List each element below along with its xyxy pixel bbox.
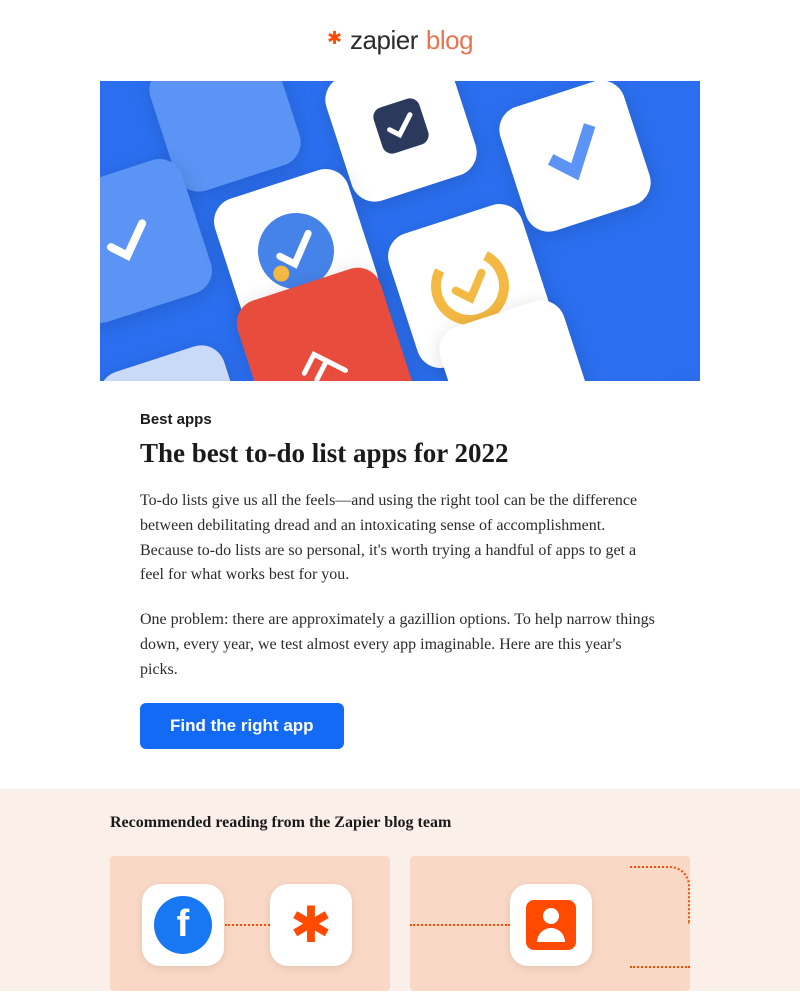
connector-line-icon — [410, 924, 510, 926]
recommended-card[interactable] — [410, 856, 690, 991]
logo-text-blog: blog — [426, 25, 473, 56]
article-paragraph: One problem: there are approximately a g… — [140, 608, 660, 682]
article-title: The best to-do list apps for 2022 — [140, 438, 660, 469]
hero-tile-icon — [100, 339, 257, 381]
recommended-heading: Recommended reading from the Zapier blog… — [110, 814, 690, 832]
zapier-icon: ✱ — [270, 884, 352, 966]
find-app-button[interactable]: Find the right app — [140, 703, 344, 749]
header: ✱ zapier blog — [0, 0, 800, 81]
article-paragraph: To-do lists give us all the feels—and us… — [140, 489, 660, 588]
recommended-cards: f ✱ — [110, 856, 690, 991]
article-content: Best apps The best to-do list apps for 2… — [140, 411, 660, 789]
logo[interactable]: ✱ zapier blog — [327, 25, 473, 56]
hero-tile-icon — [603, 372, 700, 381]
facebook-icon: f — [142, 884, 224, 966]
recommended-card[interactable]: f ✱ — [110, 856, 390, 991]
connector-line-icon — [630, 866, 690, 924]
connector-line-icon — [630, 966, 690, 968]
hero-image — [100, 81, 700, 381]
logo-asterisk-icon: ✱ — [327, 28, 342, 49]
article-category: Best apps — [140, 411, 660, 428]
contact-icon — [510, 884, 592, 966]
logo-text-zapier: zapier — [350, 25, 418, 56]
recommended-section: Recommended reading from the Zapier blog… — [0, 789, 800, 991]
connector-line-icon — [225, 924, 270, 926]
